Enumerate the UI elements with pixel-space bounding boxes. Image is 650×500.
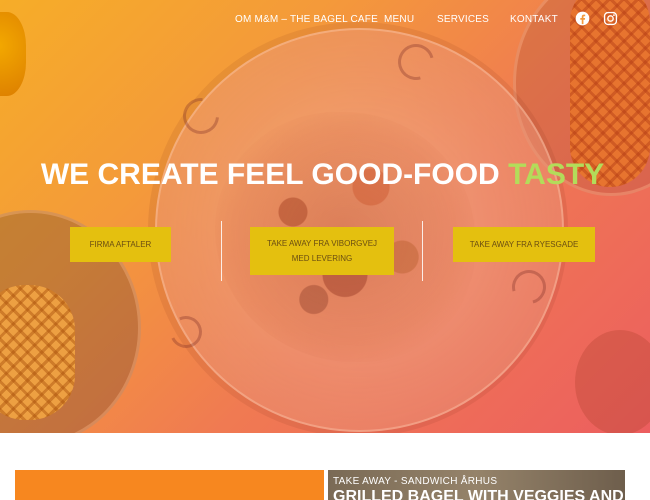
- button-divider: [422, 221, 423, 281]
- headline-main-text: WE CREATE FEEL GOOD-FOOD: [40, 158, 509, 191]
- button-divider: [221, 221, 222, 281]
- firma-aftaler-button[interactable]: FIRMA AFTALER: [70, 227, 171, 262]
- promo-card[interactable]: TAKE AWAY - SANDWICH ÅRHUS GRILLED BAGEL…: [328, 470, 625, 500]
- promo-title: GRILLED BAGEL WITH VEGGIES AND: [333, 488, 624, 500]
- facebook-icon[interactable]: [575, 11, 590, 26]
- nav-link-menu[interactable]: MENU: [384, 14, 414, 25]
- nav-link-services[interactable]: SERVICES: [437, 14, 489, 25]
- top-navigation: OM M&M – THE BAGEL CAFE MENU SERVICES KO…: [0, 0, 650, 40]
- hero-headline: WE CREATE FEEL GOOD-FOOD TASTY: [0, 158, 645, 192]
- promo-kicker: TAKE AWAY - SANDWICH ÅRHUS: [333, 476, 498, 487]
- hero-section: [0, 0, 650, 433]
- nav-link-om-mm[interactable]: OM M&M – THE BAGEL CAFE: [235, 14, 378, 25]
- take-away-ryesgade-button[interactable]: TAKE AWAY FRA RYESGADE: [453, 227, 595, 262]
- nav-link-kontakt[interactable]: KONTAKT: [510, 14, 558, 25]
- decor-herbs-bottom-right: [575, 330, 650, 433]
- decor-waffle-bottom-left: [0, 285, 75, 420]
- headline-accent-text: TASTY: [508, 158, 605, 191]
- orange-panel: [15, 470, 324, 500]
- instagram-icon[interactable]: [603, 11, 618, 26]
- take-away-viborgvej-button[interactable]: TAKE AWAY FRA VIBORGVEJ MED LEVERING: [250, 227, 394, 275]
